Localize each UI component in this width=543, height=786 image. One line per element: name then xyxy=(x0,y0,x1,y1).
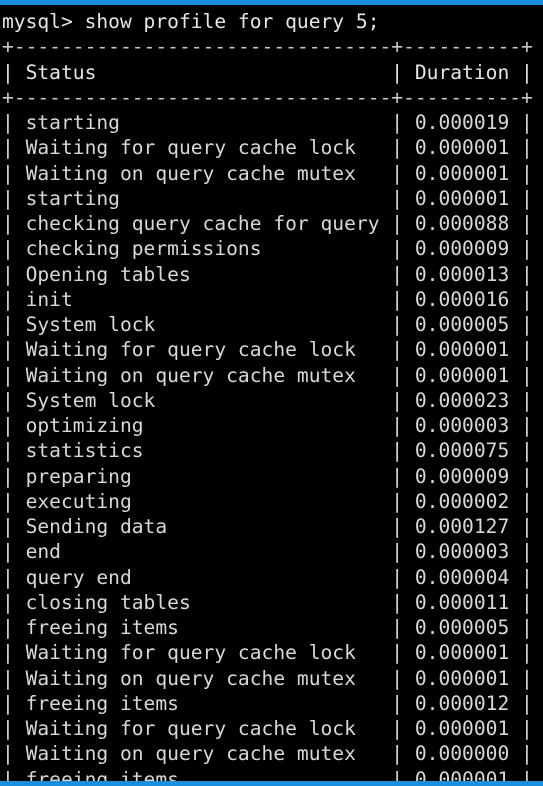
table-row: | preparing | 0.000009 | xyxy=(2,464,533,488)
table-header-separator: +--------------------------------+------… xyxy=(2,85,533,109)
table-row: | starting | 0.000019 | xyxy=(2,111,533,134)
table-row: | end | 0.000003 | xyxy=(2,540,533,564)
table-top-border: +--------------------------------+------… xyxy=(2,35,533,59)
table-row: | System lock | 0.000023 | xyxy=(2,388,533,412)
table-row: | optimizing | 0.000003 | xyxy=(2,414,533,437)
table-row: | starting | 0.000001 | xyxy=(2,186,533,210)
table-row: | Sending data | 0.000127 | xyxy=(2,515,533,538)
table-row: | freeing items | 0.000001 | xyxy=(2,767,533,782)
table-row: | freeing items | 0.000012 | xyxy=(2,691,533,715)
table-row: | init | 0.000016 | xyxy=(2,287,533,311)
table-row: | query end | 0.000004 | xyxy=(2,565,533,589)
table-row: | executing | 0.000002 | xyxy=(2,489,533,513)
table-header-row: | Status | Duration | xyxy=(2,60,533,84)
table-row: | Waiting for query cache lock | 0.00000… xyxy=(2,136,533,160)
terminal-output-area[interactable]: mysql> show profile for query 5; +------… xyxy=(0,5,543,781)
table-row: | Opening tables | 0.000013 | xyxy=(2,262,533,286)
table-row: | Waiting on query cache mutex | 0.00000… xyxy=(2,363,533,387)
table-row: | Waiting for query cache lock | 0.00000… xyxy=(2,717,533,740)
command-prompt-line: mysql> show profile for query 5; xyxy=(2,10,380,33)
table-row: | Waiting for query cache lock | 0.00000… xyxy=(2,338,533,362)
table-row: | Waiting on query cache mutex | 0.00000… xyxy=(2,161,533,185)
table-row: | closing tables | 0.000011 | xyxy=(2,590,533,614)
terminal-window[interactable]: mysql> show profile for query 5; +------… xyxy=(0,0,543,786)
table-row: | Waiting on query cache mutex | 0.00000… xyxy=(2,742,533,766)
table-row: | Waiting on query cache mutex | 0.00000… xyxy=(2,666,533,690)
table-row: | System lock | 0.000005 | xyxy=(2,313,533,336)
table-row: | checking permissions | 0.000009 | xyxy=(2,237,533,261)
table-row: | statistics | 0.000075 | xyxy=(2,439,533,463)
window-title-bar-bottom xyxy=(0,781,543,786)
table-row: | freeing items | 0.000005 | xyxy=(2,616,533,639)
table-row: | Waiting for query cache lock | 0.00000… xyxy=(2,641,533,665)
table-row: | checking query cache for query | 0.000… xyxy=(2,212,533,235)
